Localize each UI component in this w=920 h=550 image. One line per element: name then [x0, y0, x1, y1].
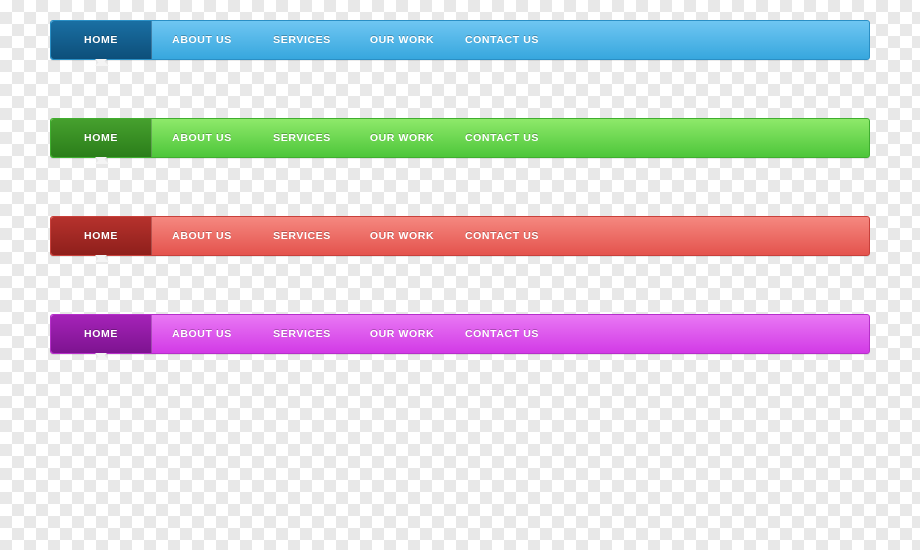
- nav-item-about[interactable]: ABOUT US: [152, 315, 252, 353]
- navbar-red: HOME ABOUT US SERVICES OUR WORK CONTACT …: [50, 216, 870, 256]
- nav-item-label: CONTACT US: [465, 34, 539, 46]
- nav-item-contact[interactable]: CONTACT US: [452, 217, 552, 255]
- nav-item-services[interactable]: SERVICES: [252, 21, 352, 59]
- nav-item-label: CONTACT US: [465, 328, 539, 340]
- nav-item-contact[interactable]: CONTACT US: [452, 315, 552, 353]
- nav-item-label: CONTACT US: [465, 230, 539, 242]
- nav-item-work[interactable]: OUR WORK: [352, 315, 452, 353]
- nav-item-label: OUR WORK: [370, 328, 434, 340]
- nav-item-label: SERVICES: [273, 328, 331, 340]
- nav-item-label: SERVICES: [273, 230, 331, 242]
- nav-item-label: OUR WORK: [370, 230, 434, 242]
- nav-item-label: SERVICES: [273, 132, 331, 144]
- navbar-magenta: HOME ABOUT US SERVICES OUR WORK CONTACT …: [50, 314, 870, 354]
- nav-item-about[interactable]: ABOUT US: [152, 21, 252, 59]
- nav-item-services[interactable]: SERVICES: [252, 315, 352, 353]
- nav-item-label: HOME: [84, 34, 118, 46]
- nav-item-label: HOME: [84, 132, 118, 144]
- nav-item-label: OUR WORK: [370, 132, 434, 144]
- active-indicator-icon: [95, 59, 109, 66]
- nav-item-label: SERVICES: [273, 34, 331, 46]
- nav-item-label: CONTACT US: [465, 132, 539, 144]
- nav-item-work[interactable]: OUR WORK: [352, 21, 452, 59]
- navbar-showcase: HOME ABOUT US SERVICES OUR WORK CONTACT …: [0, 0, 920, 354]
- nav-item-home[interactable]: HOME: [51, 217, 152, 255]
- nav-item-label: OUR WORK: [370, 34, 434, 46]
- nav-item-work[interactable]: OUR WORK: [352, 217, 452, 255]
- nav-item-label: ABOUT US: [172, 230, 232, 242]
- nav-item-label: ABOUT US: [172, 132, 232, 144]
- nav-item-about[interactable]: ABOUT US: [152, 119, 252, 157]
- nav-item-contact[interactable]: CONTACT US: [452, 21, 552, 59]
- nav-item-label: ABOUT US: [172, 34, 232, 46]
- active-indicator-icon: [95, 353, 109, 360]
- nav-item-contact[interactable]: CONTACT US: [452, 119, 552, 157]
- nav-item-services[interactable]: SERVICES: [252, 119, 352, 157]
- active-indicator-icon: [95, 255, 109, 262]
- nav-item-home[interactable]: HOME: [51, 119, 152, 157]
- nav-item-work[interactable]: OUR WORK: [352, 119, 452, 157]
- nav-item-label: HOME: [84, 230, 118, 242]
- navbar-green: HOME ABOUT US SERVICES OUR WORK CONTACT …: [50, 118, 870, 158]
- nav-item-label: HOME: [84, 328, 118, 340]
- nav-item-about[interactable]: ABOUT US: [152, 217, 252, 255]
- nav-item-services[interactable]: SERVICES: [252, 217, 352, 255]
- nav-item-label: ABOUT US: [172, 328, 232, 340]
- nav-item-home[interactable]: HOME: [51, 315, 152, 353]
- active-indicator-icon: [95, 157, 109, 164]
- navbar-blue: HOME ABOUT US SERVICES OUR WORK CONTACT …: [50, 20, 870, 60]
- nav-item-home[interactable]: HOME: [51, 21, 152, 59]
